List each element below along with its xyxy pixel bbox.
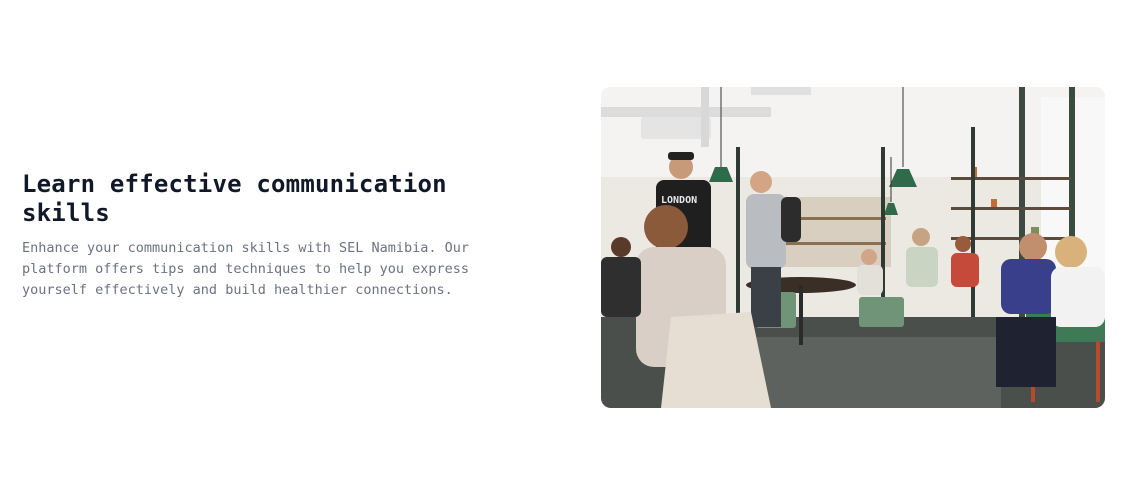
feature-text-column: Learn effective communication skills Enh… (22, 170, 542, 301)
shirt-text: LONDON (661, 195, 697, 206)
cafe-photo-illustration: LONDON (601, 87, 1105, 408)
cafe-interior-photo: LONDON (601, 87, 1105, 408)
feature-heading: Learn effective communication skills (22, 170, 447, 227)
feature-section: Learn effective communication skills Enh… (0, 0, 1128, 483)
feature-description: Enhance your communication skills with S… (22, 240, 470, 298)
